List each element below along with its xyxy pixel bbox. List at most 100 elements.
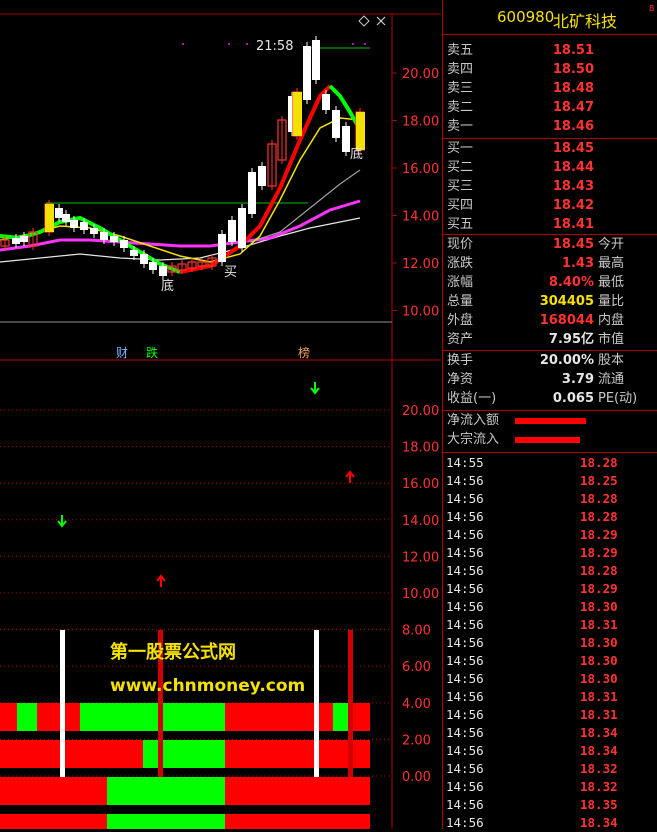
indicator-tick-label: 20.00 (402, 404, 439, 419)
tick-row: 14:56 18.30 (443, 670, 657, 688)
sell-level: 卖三 18.48 (443, 80, 657, 98)
stat-row: 净资 3.79 流通 (443, 371, 657, 389)
tick-time: 14:56 (446, 617, 484, 632)
tick-time: 14:56 (446, 635, 484, 650)
mai-label: 买 (224, 265, 237, 280)
tick-time: 14:56 (446, 707, 484, 722)
di-label-1: 底 (161, 278, 174, 294)
tick-row: 14:56 18.28 (443, 508, 657, 526)
tick-time: 14:56 (446, 473, 484, 488)
row-label: 卖一 (447, 119, 474, 134)
tick-time: 14:56 (446, 581, 484, 596)
quote-row: 涨跌 1.43 最高 (443, 255, 657, 273)
price-tick-label: 10.00 (402, 305, 439, 320)
tick-time: 14:56 (446, 725, 484, 740)
row-label-2: 最低 (598, 275, 625, 290)
watermark-url: www.chnmoney.com (110, 676, 305, 696)
tick-time: 14:56 (446, 527, 484, 542)
tick-row: 14:56 18.31 (443, 616, 657, 634)
price-tick-label: 18.00 (402, 115, 439, 130)
tick-price: 18.29 (580, 527, 618, 542)
row-label-2: PE(动) (598, 391, 638, 406)
flow-row: 净流入额 (443, 412, 657, 430)
flow-label: 大宗流入 (447, 432, 500, 447)
die-label: 跌 (146, 345, 158, 360)
tick-row: 14:56 18.28 (443, 562, 657, 580)
time-label: 21:58 (256, 39, 293, 54)
row-value: 18.41 (552, 217, 594, 232)
tick-time: 14:56 (446, 797, 484, 812)
tick-price: 18.31 (580, 617, 618, 632)
row-label: 外盘 (447, 313, 474, 328)
arrow-down-icon (310, 382, 320, 395)
row-label: 资产 (447, 332, 474, 347)
tick-price: 18.25 (580, 473, 618, 488)
tick-row: 14:56 18.25 (443, 472, 657, 490)
row-label: 卖二 (447, 100, 474, 115)
row-label: 涨跌 (447, 256, 474, 271)
tick-time: 14:56 (446, 779, 484, 794)
kline-chart[interactable]: 20.00 18.00 16.00 14.00 12.00 10.00 20.00 18.0… (0, 0, 441, 829)
stock-title[interactable]: 600980 北矿科技 B (443, 0, 657, 34)
row-value: 1.43 (561, 256, 594, 271)
indicator-tick-label: 8.00 (402, 624, 431, 639)
divider (443, 350, 657, 351)
close-icon[interactable] (376, 16, 386, 26)
tick-row: 14:56 18.30 (443, 634, 657, 652)
buy-level: 买三 18.43 (443, 178, 657, 196)
flow-label: 净流入额 (447, 413, 500, 428)
quote-row: 现价 18.45 今开 (443, 236, 657, 254)
row-value: 8.40% (548, 275, 594, 290)
tick-price: 18.28 (580, 563, 618, 578)
tick-price: 18.34 (580, 743, 618, 758)
price-tick-label: 14.00 (402, 210, 439, 225)
sell-level: 卖四 18.50 (443, 61, 657, 79)
quote-row: 总量 304405 量比 (443, 293, 657, 311)
quote-panel: 600980 北矿科技 B 卖五 18.51 卖四 18.50 卖三 18.48 卖二 18.… (442, 0, 657, 832)
tick-row: 14:56 18.34 (443, 724, 657, 742)
di-label-2: 底 (350, 146, 363, 162)
divider (443, 34, 657, 35)
row-label: 卖三 (447, 81, 474, 96)
tick-time: 14:56 (446, 545, 484, 560)
buy-level: 买二 18.44 (443, 159, 657, 177)
arrow-down-icon (57, 515, 67, 528)
tick-price: 18.32 (580, 761, 618, 776)
sell-level: 卖一 18.46 (443, 118, 657, 136)
row-label-2: 流通 (598, 372, 625, 387)
quote-row: 涨幅 8.40% 最低 (443, 274, 657, 292)
row-value: 18.46 (552, 119, 594, 134)
tick-row: 14:56 18.29 (443, 580, 657, 598)
tick-time: 14:56 (446, 671, 484, 686)
tick-row: 14:56 18.31 (443, 688, 657, 706)
row-label: 卖五 (447, 43, 474, 58)
row-value: 3.79 (561, 372, 594, 387)
tick-price: 18.35 (580, 797, 618, 812)
flow-row: 大宗流入 (443, 431, 657, 449)
flow-bar (515, 437, 580, 443)
row-label: 买四 (447, 198, 474, 213)
row-value: 18.45 (552, 141, 594, 156)
row-value: 18.51 (552, 43, 594, 58)
stock-marker: B (649, 4, 655, 13)
tick-price: 18.30 (580, 635, 618, 650)
row-value: 18.47 (552, 100, 594, 115)
row-label: 卖四 (447, 62, 474, 77)
diamond-icon[interactable] (358, 15, 370, 27)
tick-price: 18.29 (580, 581, 618, 596)
buy-level: 买四 18.42 (443, 197, 657, 215)
indicator-tick-label: 2.00 (402, 733, 431, 748)
tick-price: 18.29 (580, 545, 618, 560)
bang-label: 榜 (298, 345, 310, 360)
indicator-tick-label: 18.00 (402, 441, 439, 456)
indicator-tick-label: 4.00 (402, 697, 431, 712)
tick-row: 14:55 18.28 (443, 454, 657, 472)
row-label-2: 内盘 (598, 313, 625, 328)
tick-row: 14:56 18.34 (443, 814, 657, 832)
row-label: 收益(一) (447, 391, 497, 406)
row-label-2: 最高 (598, 256, 625, 271)
row-value: 18.43 (552, 179, 594, 194)
tick-price: 18.28 (580, 491, 618, 506)
stat-row: 换手 20.00% 股本 (443, 352, 657, 370)
row-label: 买二 (447, 160, 474, 175)
